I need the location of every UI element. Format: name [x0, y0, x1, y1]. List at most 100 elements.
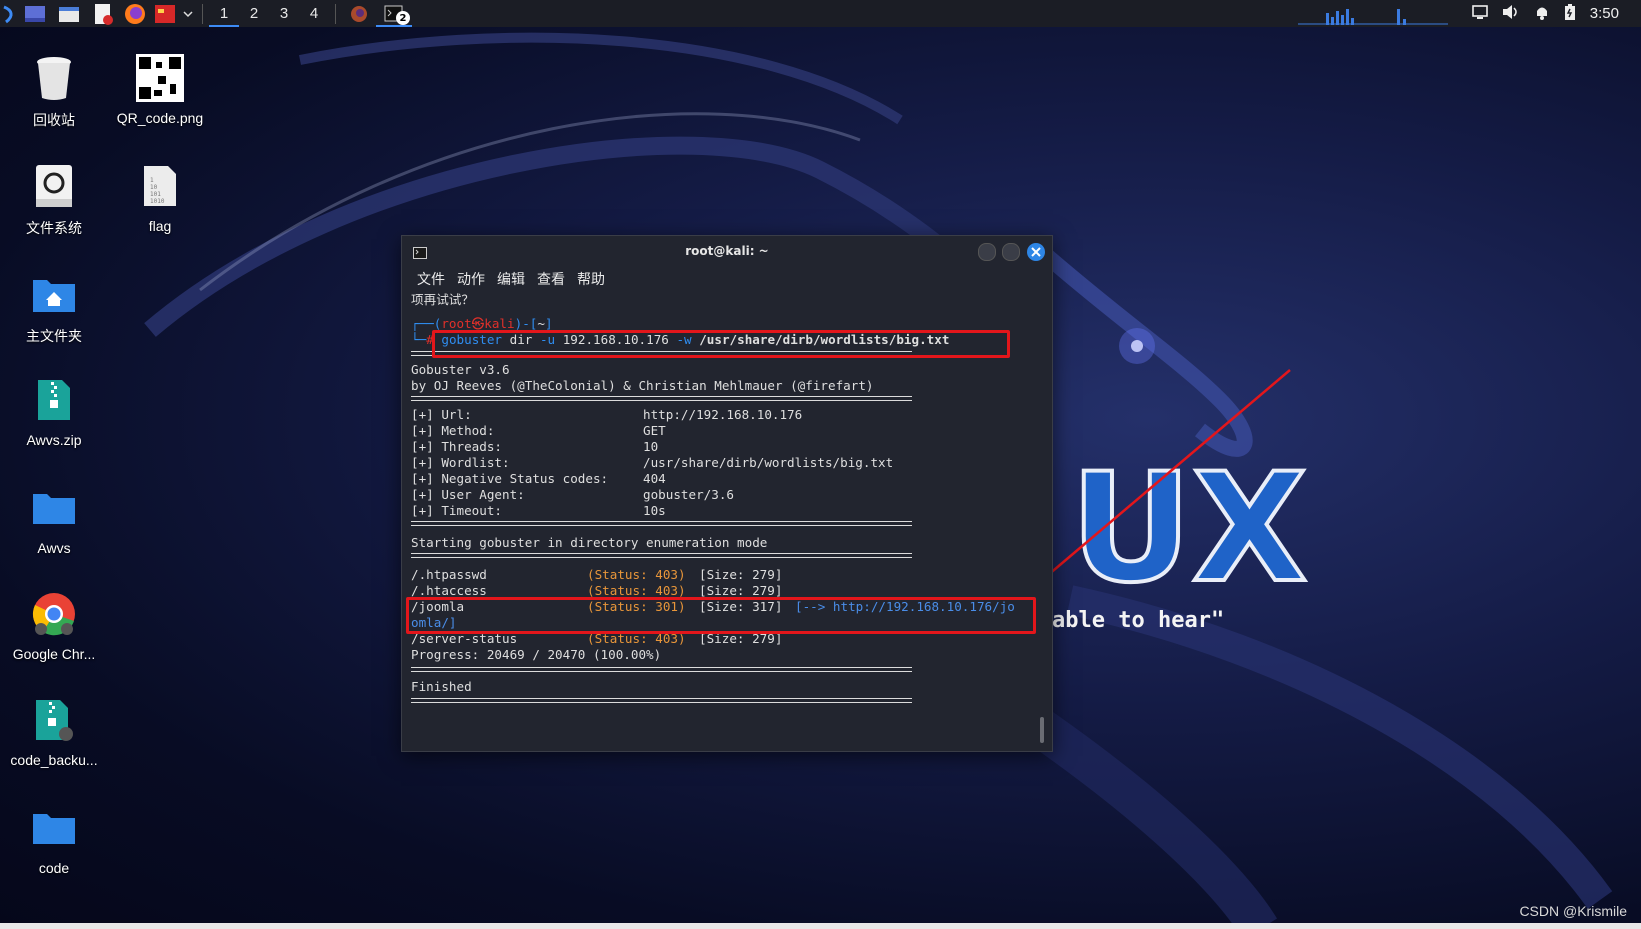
system-tray: 3:50 [1471, 0, 1641, 27]
desktop-icon-label: 回收站 [33, 112, 75, 128]
minimize-button[interactable] [978, 243, 996, 261]
window-count-badge: 2 [396, 11, 410, 25]
desktop-icon-label: code_backu... [10, 752, 98, 768]
desktop-icon-trash[interactable]: 回收站 [2, 52, 106, 130]
menu-file[interactable]: 文件 [417, 269, 445, 289]
app-red-icon[interactable] [150, 0, 180, 27]
terminal-menubar: 文件 动作 编辑 查看 帮助 [402, 266, 1052, 292]
folder-icon [28, 482, 80, 534]
config-row: [+] Timeout: 10s [411, 503, 666, 518]
firefox-window-icon[interactable] [342, 0, 376, 27]
terminal-scrollbar[interactable] [1040, 717, 1044, 743]
taskbar-separator [335, 3, 336, 24]
terminal-titlebar[interactable]: root@kali: ~ [402, 236, 1052, 266]
kali-menu-icon[interactable] [0, 0, 18, 27]
taskbar: 1 2 3 4 2 3:50 [0, 0, 1641, 27]
svg-text:1010: 1010 [150, 198, 165, 205]
prompt-user: root㉿kali [441, 316, 515, 331]
battery-icon[interactable] [1564, 3, 1576, 25]
chrome-icon [28, 588, 80, 640]
zip-file-icon [28, 374, 80, 426]
prompt-dir: ~ [537, 316, 545, 331]
bottom-bar [0, 923, 1641, 929]
desktop-icon-code-backup[interactable]: code_backu... [2, 694, 106, 768]
desktop-icon-awvs-zip[interactable]: Awvs.zip [2, 374, 106, 448]
svg-text:101: 101 [150, 191, 161, 198]
chevron-down-icon[interactable] [180, 0, 196, 27]
terminal-window[interactable]: root@kali: ~ 文件 动作 编辑 查看 帮助 项再试试？ ┌──(ro… [401, 235, 1053, 752]
file-manager-icon[interactable] [52, 0, 86, 27]
desktop-icon-label: 文件系统 [26, 220, 82, 236]
window-title: root@kali: ~ [685, 244, 769, 258]
config-row: [+] Negative Status codes: 404 [411, 471, 666, 486]
config-row: [+] Wordlist:/usr/share/dirb/wordlists/b… [411, 455, 894, 470]
workspace-2[interactable]: 2 [239, 0, 269, 27]
csdn-watermark: CSDN @Krismile [1519, 903, 1627, 919]
config-row: [+] Method: GET [411, 423, 666, 438]
svg-text:10: 10 [150, 184, 158, 191]
maximize-button[interactable] [1002, 243, 1020, 261]
banner-version: Gobuster v3.6 [411, 362, 510, 377]
volume-icon[interactable] [1502, 4, 1520, 24]
config-row: [+] User Agent: gobuster/3.6 [411, 487, 734, 502]
desktop-icon-label: Awvs [37, 540, 71, 556]
desktop-show-icon[interactable] [18, 0, 52, 27]
notification-bell-icon[interactable] [1534, 4, 1550, 24]
divider [411, 396, 912, 401]
cpu-graph [1298, 9, 1448, 25]
firefox-icon[interactable] [120, 0, 150, 27]
svg-text:1: 1 [150, 177, 154, 184]
wallpaper-tagline: able to hear" [1052, 608, 1225, 633]
clock[interactable]: 3:50 [1590, 5, 1619, 22]
config-row: [+] Threads: 10 [411, 439, 659, 454]
menu-edit[interactable]: 编辑 [497, 269, 525, 289]
drive-icon [28, 160, 80, 212]
desktop-icon-qr-code[interactable]: QR_code.png [108, 52, 212, 126]
workspace-1[interactable]: 1 [209, 0, 239, 27]
divider [411, 553, 912, 558]
terminal-window-icon[interactable]: 2 [376, 0, 412, 27]
desktop-icon-label: code [38, 860, 70, 876]
desktop-icon-label: Awvs.zip [26, 432, 82, 448]
desktop-icon-label: QR_code.png [116, 110, 204, 126]
menu-action[interactable]: 动作 [457, 269, 485, 289]
menu-view[interactable]: 查看 [537, 269, 565, 289]
desktop-icon-awvs-folder[interactable]: Awvs [2, 482, 106, 556]
config-row: [+] Url: http://192.168.10.176 [411, 407, 803, 422]
terminal-output[interactable]: 项再试试？ ┌──(root㉿kali)-[~] └─# gobuster di… [406, 292, 1036, 741]
qr-code-icon [134, 52, 186, 104]
svg-text:UX: UX [1070, 442, 1307, 616]
folder-icon [28, 802, 80, 854]
mode-line: Starting gobuster in directory enumerati… [411, 535, 768, 550]
display-icon[interactable] [1471, 4, 1488, 23]
close-icon [1031, 247, 1041, 257]
desktop-icon-home[interactable]: 主文件夹 [2, 268, 106, 346]
finished-line: Finished [411, 679, 472, 694]
home-folder-icon [28, 268, 80, 320]
text-editor-icon[interactable] [86, 0, 120, 27]
workspace-4[interactable]: 4 [299, 0, 329, 27]
divider [411, 521, 912, 526]
desktop-icon-label: 主文件夹 [26, 328, 82, 344]
progress-line: Progress: 20469 / 20470 (100.00%) [411, 647, 662, 662]
desktop-icon-label: Google Chr... [12, 646, 96, 662]
desktop-icon-flag[interactable]: 1 10 101 1010 flag [108, 160, 212, 234]
joomla-highlight-box [406, 597, 1036, 634]
retry-prompt-line: 项再试试？ [411, 292, 474, 307]
menu-help[interactable]: 帮助 [577, 269, 605, 289]
binary-file-icon: 1 10 101 1010 [134, 160, 186, 212]
desktop-icon-code-folder[interactable]: code [2, 802, 106, 876]
result-row: /.htpasswd (Status: 403) [Size: 279] [411, 567, 783, 582]
divider [411, 667, 912, 672]
taskbar-separator [202, 3, 203, 24]
command-highlight-box [432, 330, 1010, 358]
banner-author: by OJ Reeves (@TheColonial) & Christian … [411, 378, 874, 393]
close-button[interactable] [1027, 243, 1045, 261]
divider [411, 698, 912, 703]
workspace-3[interactable]: 3 [269, 0, 299, 27]
trash-icon [28, 52, 80, 104]
desktop-icon-filesystem[interactable]: 文件系统 [2, 160, 106, 238]
zip-file-icon [28, 694, 80, 746]
desktop-icon-chrome[interactable]: Google Chr... [2, 588, 106, 662]
desktop-icon-label: flag [148, 218, 172, 234]
